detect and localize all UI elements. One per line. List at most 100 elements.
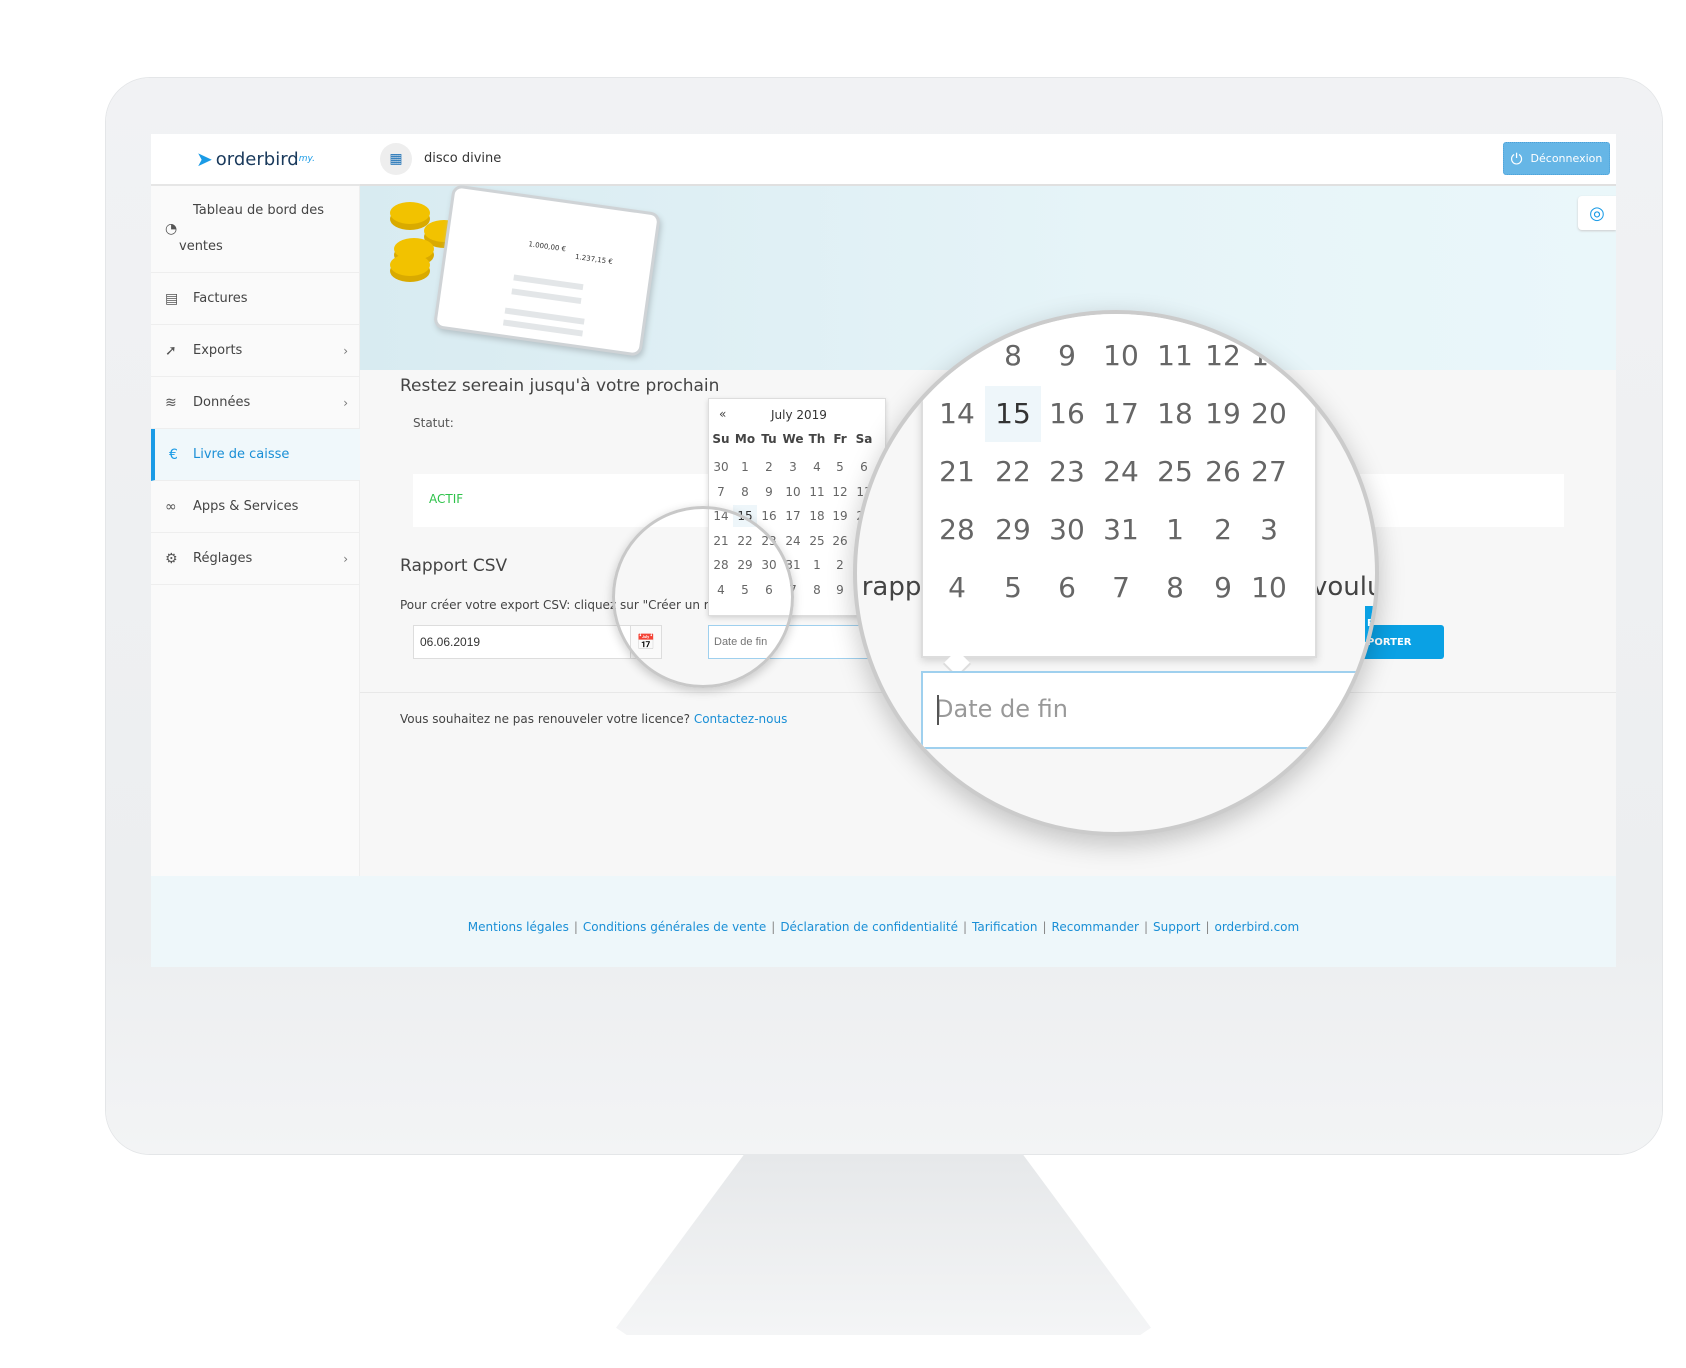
- calendar-day[interactable]: 4: [805, 456, 829, 478]
- magnified-calendar-day: 6: [1058, 571, 1076, 604]
- sidebar-item-label: Apps & Services: [193, 499, 299, 514]
- calendar-day[interactable]: 2: [757, 456, 781, 478]
- weekday-header: Sa: [855, 432, 873, 446]
- month-label[interactable]: July 2019: [771, 408, 827, 422]
- magnified-calendar-day: 29: [995, 513, 1031, 546]
- magnified-calendar-day: 23: [1049, 455, 1085, 488]
- sidebar-item-label: Données: [193, 395, 251, 410]
- sidebar-item[interactable]: ∞ Apps & Services: [151, 481, 360, 533]
- calendar-day[interactable]: 8: [733, 481, 757, 503]
- receipt-icon: ▤: [165, 290, 179, 307]
- calendar-day[interactable]: 19: [828, 505, 852, 527]
- footer-link[interactable]: Mentions légales: [468, 920, 569, 967]
- chevron-right-icon: ›: [343, 551, 348, 566]
- footer-link[interactable]: Déclaration de confidentialité: [780, 920, 958, 967]
- calendar-day[interactable]: 16: [757, 505, 781, 527]
- calendar-day[interactable]: 9: [828, 579, 852, 601]
- footer-link[interactable]: Conditions générales de vente: [583, 920, 766, 967]
- magnifier: n rapp voulu RTER 3012345678910111213141…: [853, 310, 1379, 836]
- magnified-calendar-day: 7: [1112, 571, 1130, 604]
- sidebar-item[interactable]: ≋ Données ›: [151, 377, 360, 429]
- calendar-day[interactable]: 30: [709, 456, 733, 478]
- sidebar: ➤ orderbird my. ◔ Tableau de bord des ven…: [151, 134, 360, 876]
- calendar-day[interactable]: 24: [781, 530, 805, 552]
- calendar-day[interactable]: 12: [828, 481, 852, 503]
- calendar-day[interactable]: 17: [781, 505, 805, 527]
- calendar-day[interactable]: 18: [805, 505, 829, 527]
- calendar-day[interactable]: 26: [828, 530, 852, 552]
- bird-icon: ➤: [196, 147, 213, 171]
- help-button[interactable]: ◎: [1578, 196, 1616, 230]
- magnified-placeholder: Date de fin: [935, 695, 1068, 723]
- orderbird-logo[interactable]: ➤ orderbird my.: [151, 134, 360, 186]
- magnified-calendar-day: 8: [1004, 339, 1022, 372]
- coin-icon: [390, 254, 430, 276]
- magnified-calendar-day: 9: [1058, 339, 1076, 372]
- footer-separator: |: [1042, 920, 1047, 934]
- calendar-day[interactable]: 9: [757, 481, 781, 503]
- rings-icon: ∞: [165, 498, 177, 515]
- weekday-header: Th: [808, 432, 826, 446]
- logout-button[interactable]: ⏻ Déconnexion: [1503, 142, 1610, 175]
- magnified-calendar-day: 17: [1103, 397, 1139, 430]
- text-caret: [937, 695, 939, 725]
- footer-separator: |: [962, 920, 968, 934]
- calendar-day[interactable]: 10: [781, 481, 805, 503]
- sidebar-item-label: Factures: [193, 291, 248, 306]
- magnified-end-input: Date de fin: [921, 671, 1375, 749]
- sidebar-item[interactable]: ▤ Factures: [151, 273, 360, 325]
- magnified-text: n rapp: [857, 572, 922, 602]
- magnified-calendar-day: 5: [1004, 571, 1022, 604]
- magnified-calendar-day: 28: [939, 513, 975, 546]
- logo-text: orderbird: [215, 148, 299, 170]
- calendar-day[interactable]: 1: [733, 456, 757, 478]
- calendar-day[interactable]: 3: [781, 456, 805, 478]
- status-badge: ACTIF: [429, 492, 464, 506]
- footer-link[interactable]: Recommander: [1052, 920, 1139, 967]
- weekday-header: Tu: [761, 432, 777, 446]
- cashbook-icon: €: [169, 446, 178, 463]
- magnified-calendar-day: 27: [1251, 455, 1287, 488]
- renew-text: Vous souhaitez ne pas renouveler votre l…: [400, 712, 787, 726]
- magnified-calendar-day: 24: [1103, 455, 1139, 488]
- sidebar-item[interactable]: € Livre de caisse: [151, 429, 360, 481]
- magnified-datepicker: 3012345678910111213141516171819202122232…: [921, 314, 1317, 658]
- footer-separator: |: [771, 920, 776, 934]
- calendar-day[interactable]: 8: [805, 579, 829, 601]
- shop-icon: ▦: [380, 143, 412, 175]
- magnified-calendar-day: 20: [1251, 397, 1287, 430]
- start-date-input[interactable]: [413, 625, 631, 659]
- coin-icon: [390, 202, 430, 224]
- magnified-calendar-day: 15: [985, 386, 1041, 442]
- logout-label: Déconnexion: [1530, 152, 1603, 165]
- prev-month-button[interactable]: «: [719, 407, 726, 421]
- monitor-stand: [616, 1154, 1151, 1335]
- sidebar-item-label: Exports: [193, 343, 243, 358]
- magnified-calendar-day: 21: [939, 455, 975, 488]
- calendar-day[interactable]: 11: [805, 481, 829, 503]
- calendar-day[interactable]: 5: [828, 456, 852, 478]
- layers-icon: ≋: [165, 394, 177, 411]
- chevron-right-icon: ›: [343, 343, 348, 358]
- sidebar-item[interactable]: ⚙ Réglages ›: [151, 533, 360, 585]
- calendar-day[interactable]: 2: [828, 554, 852, 576]
- chevron-right-icon: ›: [343, 395, 348, 410]
- lifebuoy-icon: ◎: [1589, 202, 1605, 224]
- footer-link[interactable]: Tarification: [972, 920, 1037, 967]
- footer-link[interactable]: Support: [1153, 920, 1200, 967]
- top-header: ▦ disco divine ⏻ Déconnexion: [360, 134, 1616, 186]
- footer-separator: |: [1205, 920, 1210, 934]
- sidebar-item[interactable]: ➚ Exports ›: [151, 325, 360, 377]
- magnified-text: voulu: [1312, 572, 1379, 602]
- sidebar-item[interactable]: ◔ Tableau de bord des ventes: [151, 186, 360, 273]
- calendar-day[interactable]: 1: [805, 554, 829, 576]
- export-icon: ➚: [165, 342, 177, 359]
- magnified-calendar-day: 16: [1049, 397, 1085, 430]
- calendar-day[interactable]: 7: [709, 481, 733, 503]
- contact-link[interactable]: Contactez-nous: [694, 712, 788, 726]
- footer-link[interactable]: orderbird.com: [1214, 920, 1299, 967]
- sidebar-item-label: Livre de caisse: [193, 447, 290, 462]
- weekday-header: Su: [712, 432, 730, 446]
- calendar-day[interactable]: 25: [805, 530, 829, 552]
- gauge-icon: ◔: [165, 221, 178, 237]
